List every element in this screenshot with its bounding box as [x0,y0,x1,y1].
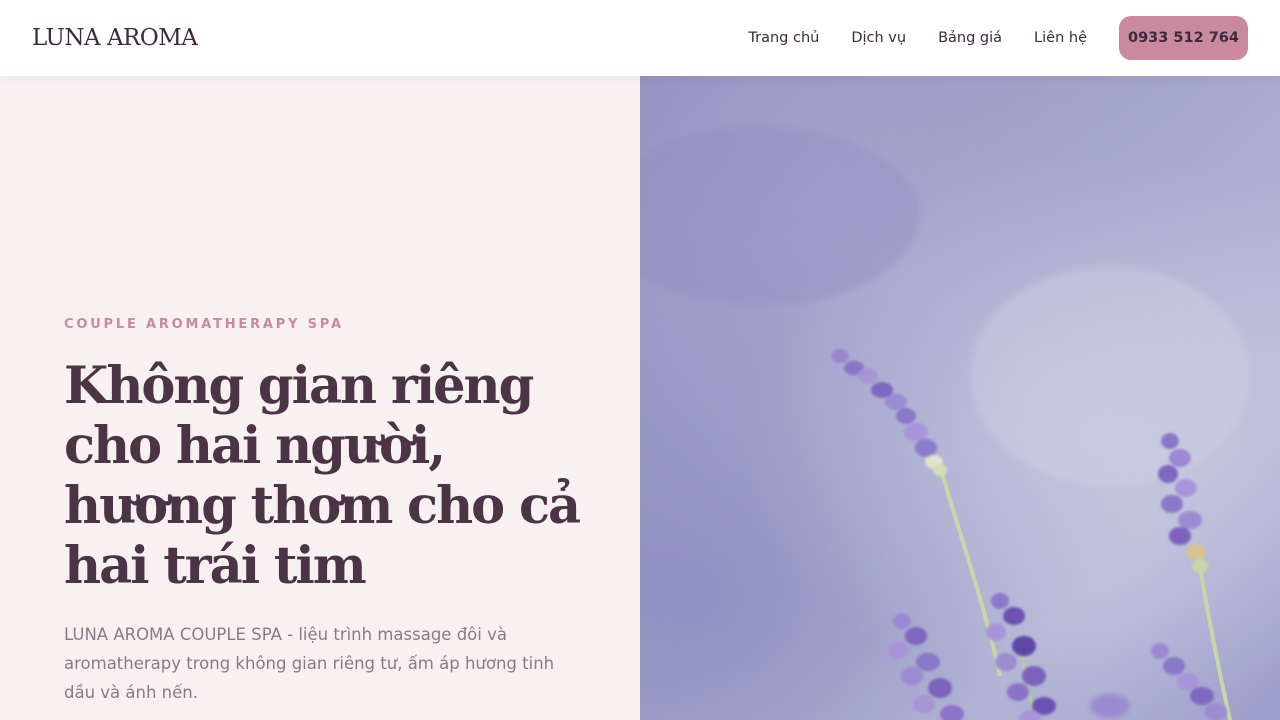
hero-eyebrow: COUPLE AROMATHERAPY SPA [64,317,344,332]
brand-logo[interactable]: LUNA AROMA [32,25,198,51]
hero-description: LUNA AROMA COUPLE SPA - liệu trình massa… [64,625,555,702]
main-nav: Trang chủ Dịch vụ Bảng giá Liên hệ 0933 … [748,16,1248,60]
nav-link-services[interactable]: Dịch vụ [851,30,906,46]
nav-link-pricing[interactable]: Bảng giá [938,30,1002,46]
lavender-flowers-illustration [640,126,1250,720]
hero-headline: Không gian riêng cho hai người, hương th… [64,356,581,596]
nav-link-contact[interactable]: Liên hệ [1034,30,1087,46]
nav-link-home[interactable]: Trang chủ [748,30,819,46]
hero-text-panel: COUPLE AROMATHERAPY SPA Không gian riêng… [0,76,640,720]
hero-image [640,76,1280,720]
phone-call-button[interactable]: 0933 512 764 [1119,16,1248,60]
site-header: LUNA AROMA Trang chủ Dịch vụ Bảng giá Li… [0,0,1280,76]
